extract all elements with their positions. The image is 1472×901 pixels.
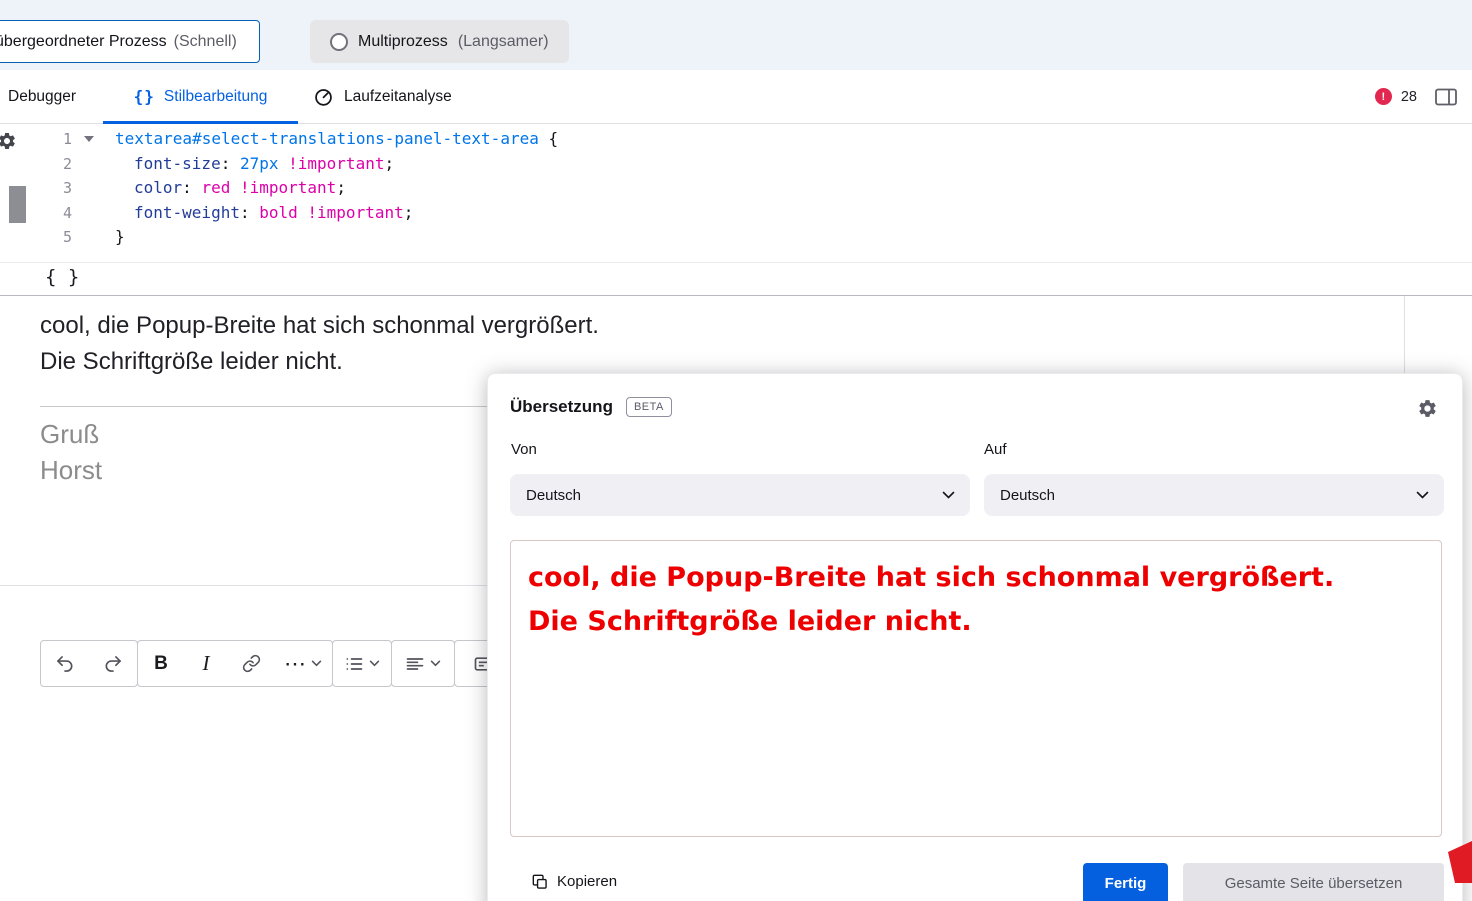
popup-title: Übersetzung bbox=[510, 397, 613, 417]
more-formatting-button[interactable]: ⋯ bbox=[274, 641, 332, 686]
redo-button[interactable] bbox=[89, 641, 137, 686]
translate-full-page-button[interactable]: Gesamte Seite übersetzen bbox=[1183, 863, 1444, 901]
undo-icon bbox=[55, 654, 75, 674]
code-text: font-weight: bold !important; bbox=[115, 201, 413, 226]
popup-header: Übersetzung BETA bbox=[510, 397, 672, 417]
to-language-value: Deutsch bbox=[1000, 487, 1055, 504]
devtools-page-divider bbox=[0, 295, 1472, 296]
line-number: 4 bbox=[0, 201, 72, 226]
error-badge-icon[interactable]: ! bbox=[1375, 88, 1392, 105]
from-language-label: Von bbox=[511, 441, 537, 458]
gutter-spacer bbox=[72, 152, 115, 177]
code-line: 4 font-weight: bold !important; bbox=[0, 201, 558, 226]
code-line: 3 color: red !important; bbox=[0, 176, 558, 201]
composer-toolbar: B I ⋯ bbox=[40, 640, 512, 687]
chevron-down-icon bbox=[1416, 491, 1429, 499]
link-button[interactable] bbox=[228, 641, 274, 686]
line-number: 2 bbox=[0, 152, 72, 177]
chevron-down-icon bbox=[311, 660, 322, 667]
error-count: 28 bbox=[1401, 89, 1417, 105]
line-number: 5 bbox=[0, 225, 72, 250]
parent-process-label: übergeordneter Prozess bbox=[0, 33, 167, 51]
align-button[interactable] bbox=[392, 641, 454, 686]
translation-settings-gear-icon[interactable] bbox=[1417, 398, 1438, 419]
style-editor-footer: { } bbox=[0, 262, 1472, 295]
tab-performance-label: Laufzeitanalyse bbox=[344, 88, 452, 106]
tab-debugger-label: Debugger bbox=[8, 88, 76, 106]
chevron-down-icon bbox=[430, 660, 441, 667]
undo-button[interactable] bbox=[41, 641, 89, 686]
signature-name: Horst bbox=[40, 455, 102, 486]
code-text: textarea#select-translations-panel-text-… bbox=[115, 127, 558, 152]
multiprocess-option[interactable]: Multiprozess (Langsamer) bbox=[310, 20, 569, 63]
error-badge-glyph: ! bbox=[1382, 91, 1386, 103]
style-editor-code-area: 1 textarea#select-translations-panel-tex… bbox=[0, 125, 1472, 262]
split-panel-icon[interactable] bbox=[1434, 87, 1458, 107]
align-left-icon bbox=[405, 654, 425, 674]
copy-icon bbox=[531, 873, 548, 890]
code-line: 2 font-size: 27px !important; bbox=[0, 152, 558, 177]
code-line: 5 } bbox=[0, 225, 558, 250]
link-icon bbox=[242, 654, 261, 673]
copy-button-label: Kopieren bbox=[557, 873, 617, 890]
partial-red-logo bbox=[1448, 841, 1472, 883]
to-language-label: Auf bbox=[984, 441, 1007, 458]
style-editor-braces-icon: {} bbox=[134, 87, 155, 106]
speedometer-icon bbox=[313, 86, 334, 107]
translation-source-textarea[interactable]: cool, die Popup-Breite hat sich schonmal… bbox=[510, 540, 1442, 837]
multiprocess-label: Multiprozess bbox=[358, 33, 448, 51]
to-language-select[interactable]: Deutsch bbox=[984, 474, 1444, 516]
copy-button[interactable]: Kopieren bbox=[531, 873, 617, 890]
code-line: 1 textarea#select-translations-panel-tex… bbox=[0, 127, 558, 152]
chevron-down-icon bbox=[369, 660, 380, 667]
italic-button[interactable]: I bbox=[184, 641, 228, 686]
beta-badge: BETA bbox=[626, 397, 672, 417]
undo-redo-group bbox=[40, 640, 138, 687]
code-text: color: red !important; bbox=[115, 176, 346, 201]
done-button[interactable]: Fertig bbox=[1083, 863, 1168, 901]
line-number: 3 bbox=[0, 176, 72, 201]
fold-arrow-icon bbox=[84, 136, 94, 142]
firefox-devtools-window: übergeordneter Prozess (Schnell) Multipr… bbox=[0, 0, 1472, 901]
list-button[interactable] bbox=[333, 641, 391, 686]
format-group: B I ⋯ bbox=[137, 640, 333, 687]
gutter-spacer bbox=[72, 225, 115, 250]
multiprocess-hint: (Langsamer) bbox=[458, 33, 549, 51]
code-fold-toggle[interactable] bbox=[72, 127, 115, 152]
parent-process-hint: (Schnell) bbox=[174, 33, 237, 51]
bold-button[interactable]: B bbox=[138, 641, 184, 686]
gutter-spacer bbox=[72, 201, 115, 226]
align-group bbox=[391, 640, 455, 687]
gutter-spacer bbox=[72, 176, 115, 201]
from-language-value: Deutsch bbox=[526, 487, 581, 504]
tab-style-editor-label: Stilbearbeitung bbox=[164, 88, 267, 106]
more-dots-icon: ⋯ bbox=[284, 659, 306, 669]
parent-process-option[interactable]: übergeordneter Prozess (Schnell) bbox=[0, 20, 260, 63]
code-text: } bbox=[115, 225, 125, 250]
css-source-editor[interactable]: 1 textarea#select-translations-panel-tex… bbox=[0, 127, 558, 250]
message-text-line2: Die Schriftgröße leider nicht. bbox=[40, 348, 343, 376]
active-tab-underline bbox=[103, 121, 298, 124]
line-number: 1 bbox=[0, 127, 72, 152]
list-group bbox=[332, 640, 392, 687]
tabbar-right-controls: ! 28 bbox=[1375, 70, 1458, 123]
from-language-select[interactable]: Deutsch bbox=[510, 474, 970, 516]
tab-performance[interactable]: Laufzeitanalyse bbox=[313, 70, 452, 123]
chevron-down-icon bbox=[942, 491, 955, 499]
signature-greeting: Gruß bbox=[40, 419, 99, 450]
tab-style-editor[interactable]: {} Stilbearbeitung bbox=[103, 70, 298, 123]
redo-icon bbox=[103, 654, 123, 674]
process-selector-bar: übergeordneter Prozess (Schnell) Multipr… bbox=[0, 0, 1472, 70]
radio-icon[interactable] bbox=[330, 33, 348, 51]
at-rules-braces: { } bbox=[45, 266, 79, 288]
translation-popup: Übersetzung BETA Von Auf Deutsch Deutsch… bbox=[487, 373, 1463, 901]
message-text-line1: cool, die Popup-Breite hat sich schonmal… bbox=[40, 312, 599, 340]
bullet-list-icon bbox=[344, 654, 364, 674]
devtools-tabbar: Debugger {} Stilbearbeitung Laufzeitanal… bbox=[0, 70, 1472, 124]
code-text: font-size: 27px !important; bbox=[115, 152, 394, 177]
tab-debugger[interactable]: Debugger bbox=[8, 70, 76, 123]
